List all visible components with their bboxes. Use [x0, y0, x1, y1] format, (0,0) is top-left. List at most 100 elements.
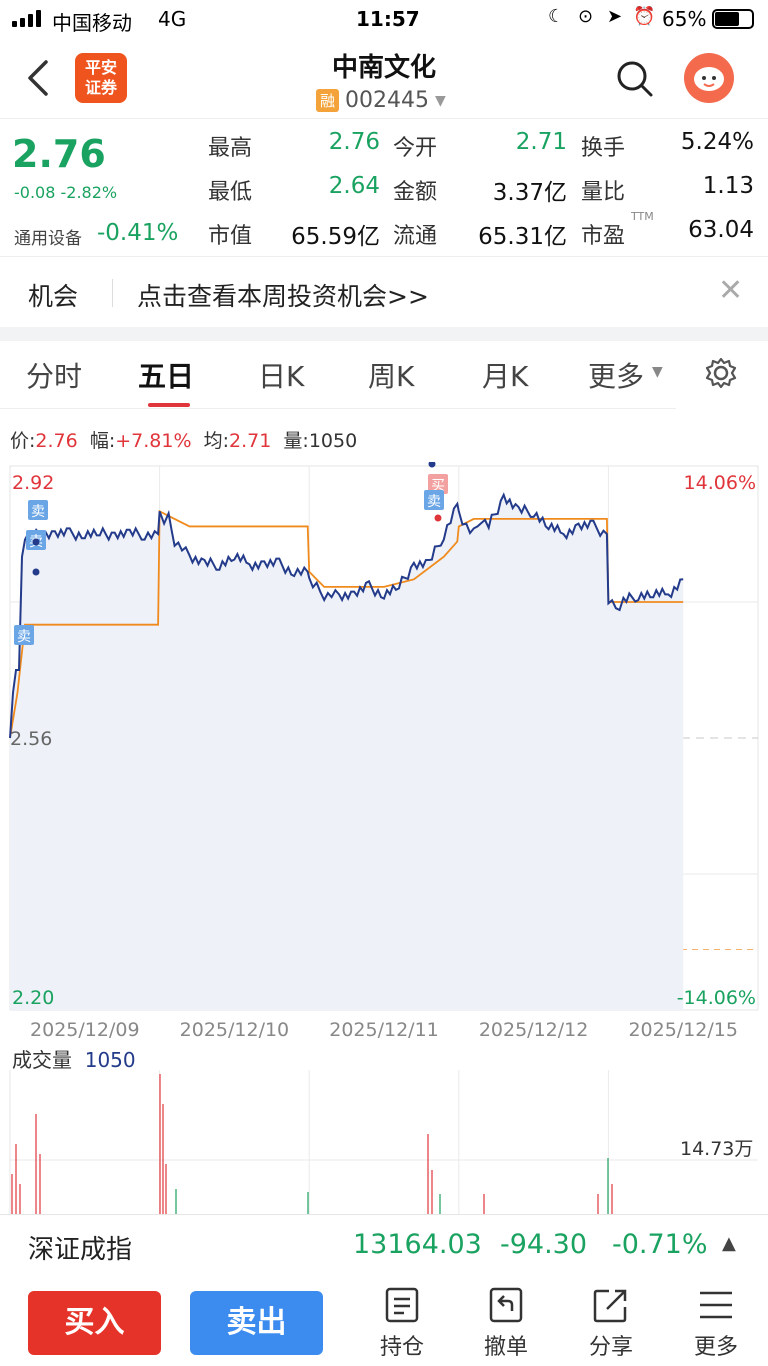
tab-4[interactable]: 月K — [482, 355, 528, 395]
x-tick-label: 2025/12/12 — [479, 1019, 589, 1041]
x-tick-label: 2025/12/09 — [30, 1019, 140, 1041]
assistant-avatar[interactable] — [684, 53, 734, 103]
bottom-toolbar: 买入 卖出 持仓 撤单 分享 更多 — [0, 1275, 768, 1366]
menu-icon — [700, 1291, 732, 1319]
stock-code-selector[interactable]: 融 002445 ▼ — [316, 88, 446, 113]
quote-label: 最高 — [208, 136, 253, 161]
tab-2[interactable]: 日K — [258, 355, 304, 395]
info-volume: 1050 — [308, 430, 358, 452]
quote-value: 3.37亿 — [492, 180, 567, 206]
x-tick-label: 2025/12/10 — [180, 1019, 290, 1041]
five-day-chart[interactable]: 卖卖卖买卖2.922.562.2014.06%-14.06%2025/12/09… — [0, 462, 768, 1052]
signal-icon — [12, 9, 41, 27]
quote-value: 2.76 — [328, 129, 380, 155]
sell-button[interactable]: 卖出 — [190, 1291, 323, 1355]
quote-value: 63.04 — [688, 217, 754, 243]
document-icon — [385, 1287, 419, 1323]
quote-label: 市值 — [208, 224, 253, 249]
quote-label: 流通 — [393, 224, 438, 249]
quote-label: 今开 — [393, 136, 438, 161]
rotation-lock-icon: ⊙ — [578, 6, 594, 27]
volume-value: 1050 — [84, 1048, 136, 1072]
moon-icon: ☾ — [548, 6, 565, 27]
more-label: 更多 — [693, 1335, 738, 1360]
section-gap — [0, 327, 768, 341]
clock: 11:57 — [356, 7, 420, 31]
volume-scale: 14.73万 — [680, 1138, 754, 1160]
y-tick-label: 2.20 — [12, 987, 54, 1009]
info-amplitude: +7.81% — [115, 430, 192, 452]
price-dot — [32, 568, 40, 576]
index-name: 深证成指 — [28, 1235, 133, 1265]
quote-value: 2.64 — [328, 173, 380, 199]
search-icon[interactable] — [616, 60, 654, 102]
index-value: 13164.03 — [353, 1229, 482, 1260]
trade-marker-label: 卖 — [427, 494, 441, 510]
trade-marker-label: 卖 — [31, 504, 45, 520]
info-price: 2.76 — [35, 430, 78, 452]
quote-value: 5.24% — [680, 129, 754, 155]
quote-label: 换手 — [581, 136, 626, 161]
tab-5[interactable]: 更多 — [588, 355, 644, 395]
sector-name[interactable]: 通用设备 — [14, 224, 82, 249]
quote-value: 65.31亿 — [478, 224, 567, 250]
share-label: 分享 — [588, 1335, 633, 1360]
info-average: 2.71 — [229, 430, 272, 452]
opportunity-banner[interactable]: 机会 点击查看本周投资机会>> ✕ — [0, 257, 768, 327]
buy-button[interactable]: 买入 — [28, 1291, 161, 1355]
tab-3[interactable]: 周K — [368, 355, 414, 395]
undo-icon — [489, 1287, 523, 1323]
location-icon: ➤ — [607, 6, 623, 27]
alarm-icon: ⏰ — [633, 6, 656, 27]
volume-chart — [9, 1070, 758, 1214]
price-dot — [434, 514, 442, 522]
y-tick-label: 2.92 — [12, 472, 54, 494]
divider — [0, 408, 676, 409]
chevron-down-icon: ▼ — [652, 364, 663, 380]
trade-marker-label: 卖 — [17, 629, 31, 645]
battery-percent: 65% — [662, 7, 707, 31]
tab-0[interactable]: 分时 — [26, 355, 82, 395]
volume-label: 成交量 1050 — [12, 1048, 136, 1072]
quote-label: 金额 — [393, 180, 438, 205]
y-right-tick-label: -14.06% — [677, 987, 756, 1009]
banner-tag: 机会 — [28, 282, 79, 311]
carrier-label: 中国移动 — [52, 11, 132, 35]
more-button[interactable]: 更多 — [676, 1287, 756, 1361]
chevron-up-icon[interactable]: ▲ — [722, 1233, 736, 1254]
share-button[interactable]: 分享 — [571, 1287, 651, 1361]
gear-icon[interactable] — [704, 356, 738, 394]
margin-badge: 融 — [316, 89, 340, 112]
quote-value: 65.59亿 — [291, 224, 380, 250]
divider — [112, 279, 113, 307]
price-dot — [32, 538, 40, 546]
chevron-down-icon: ▼ — [435, 92, 446, 109]
holdings-button[interactable]: 持仓 — [362, 1287, 442, 1361]
divider — [0, 118, 768, 119]
quote-label: 量比 — [581, 180, 626, 205]
tab-1[interactable]: 五日 — [138, 355, 194, 395]
index-change: -94.30 — [500, 1229, 588, 1260]
price-area — [10, 494, 684, 1010]
quote-value: 2.71 — [515, 129, 567, 155]
ttm-superscript: TTM — [631, 210, 654, 223]
y-right-tick-label: 14.06% — [684, 472, 756, 494]
stock-code: 002445 — [345, 88, 429, 113]
quote-label: 市盈 — [581, 224, 626, 249]
price-change: -0.08 -2.82% — [14, 183, 118, 202]
cancel-order-button[interactable]: 撤单 — [466, 1287, 546, 1361]
quote-label: 最低 — [208, 180, 253, 205]
index-bar[interactable]: 深证成指 13164.03 -94.30 -0.71% ▲ — [0, 1214, 768, 1274]
x-tick-label: 2025/12/11 — [329, 1019, 439, 1041]
y-tick-label: 2.56 — [10, 728, 52, 750]
battery-icon — [712, 9, 754, 29]
close-icon[interactable]: ✕ — [718, 273, 743, 308]
network-label: 4G — [158, 7, 187, 31]
x-tick-label: 2025/12/15 — [628, 1019, 738, 1041]
sector-change: -0.41% — [97, 220, 179, 246]
quote-value: 1.13 — [702, 173, 754, 199]
current-price: 2.76 — [12, 132, 106, 176]
price-dot — [428, 462, 436, 468]
holdings-label: 持仓 — [379, 1335, 424, 1360]
index-change-pct: -0.71% — [612, 1229, 708, 1260]
